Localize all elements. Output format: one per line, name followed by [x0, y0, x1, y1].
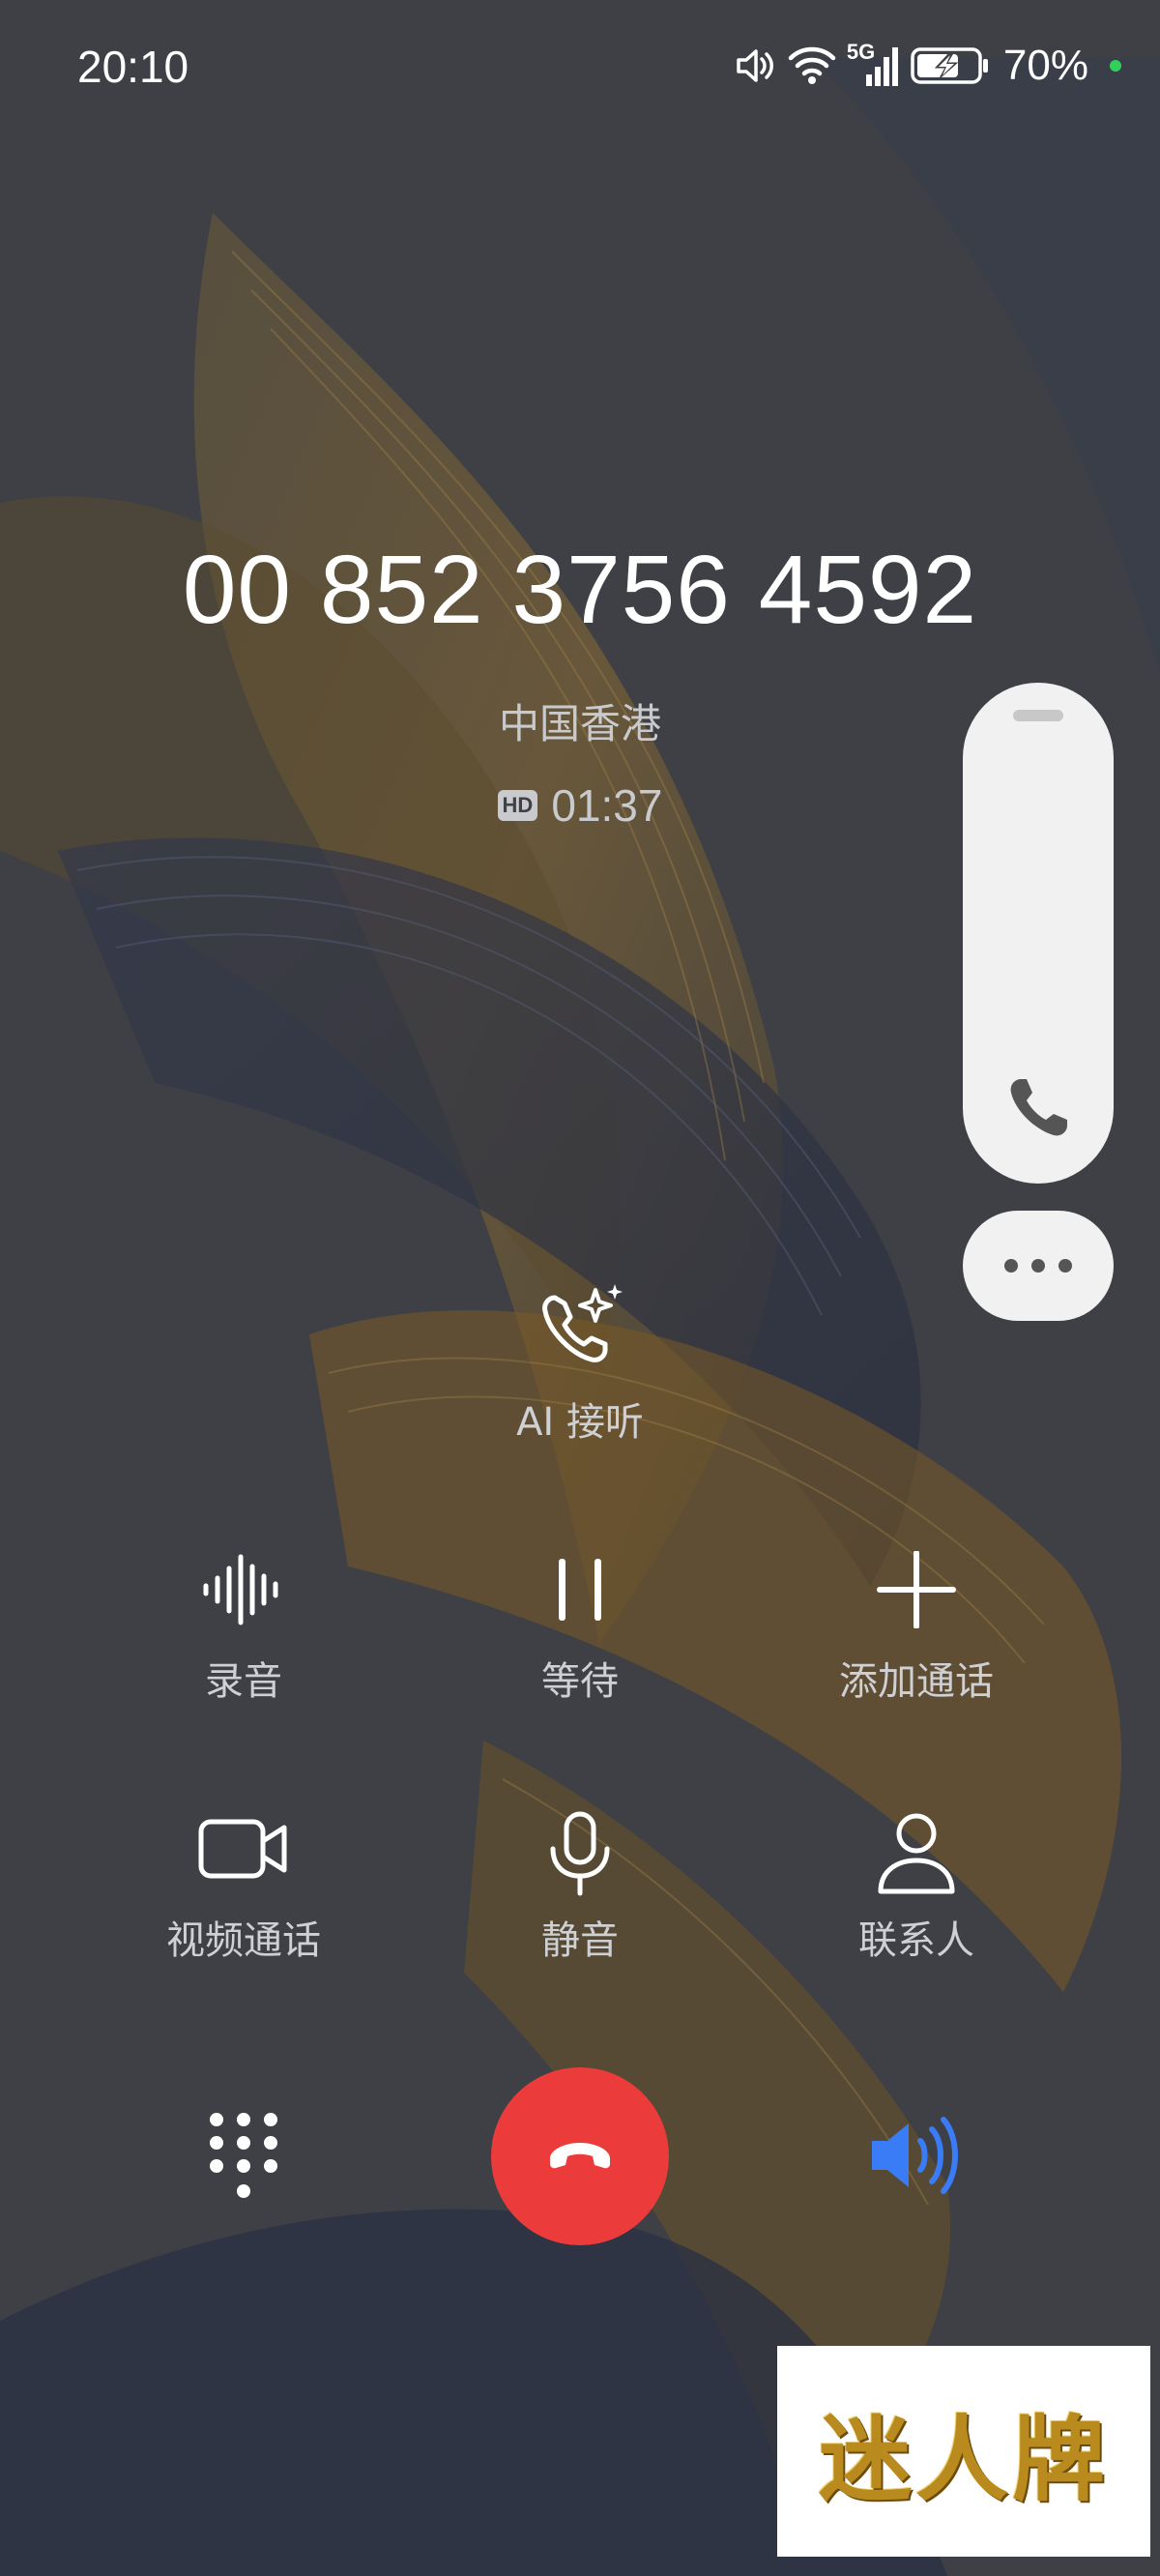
wifi-icon [788, 46, 836, 84]
watermark-text: 迷人牌 [819, 2404, 1109, 2514]
speaker-button[interactable] [866, 2112, 963, 2203]
watermark-logo: 迷人牌 [777, 2346, 1150, 2557]
ai-answer-button[interactable]: AI 接听 [454, 1282, 706, 1447]
status-bar: 20:10 5G 70% [0, 0, 1160, 135]
waveform-icon [203, 1554, 278, 1625]
record-button[interactable]: 录音 [118, 1551, 369, 1706]
privacy-indicator-dot [1110, 60, 1121, 72]
ai-answer-label: AI 接听 [516, 1400, 644, 1445]
drag-handle[interactable] [1013, 710, 1063, 721]
add-call-label: 添加通话 [839, 1659, 994, 1704]
more-button[interactable] [963, 1211, 1114, 1321]
add-call-button[interactable]: 添加通话 [791, 1551, 1042, 1706]
speaker-icon [872, 2117, 958, 2194]
microphone-icon [550, 1811, 610, 1896]
hang-up-icon [550, 2143, 610, 2169]
pause-icon [559, 1559, 601, 1621]
mute-button[interactable]: 静音 [454, 1810, 706, 1965]
dialpad-icon [210, 2113, 277, 2198]
call-duration: 01:37 [551, 780, 663, 831]
video-call-label: 视频通话 [166, 1918, 321, 1963]
status-icons: 5G 70% [735, 37, 1121, 95]
battery-charging-icon [911, 47, 988, 84]
hold-label: 等待 [541, 1659, 619, 1704]
video-camera-icon [198, 1819, 287, 1879]
plus-icon [877, 1551, 956, 1628]
person-icon [878, 1813, 955, 1894]
status-time: 20:10 [77, 42, 189, 92]
end-call-button[interactable] [491, 2067, 669, 2245]
contacts-label: 联系人 [858, 1918, 974, 1963]
signal-icon: 5G [847, 40, 901, 88]
caller-number: 00 852 3756 4592 [182, 536, 978, 644]
hd-badge: HD [497, 790, 538, 821]
record-label: 录音 [205, 1659, 282, 1704]
ai-phone-sparkle-icon [542, 1284, 623, 1362]
volume-icon [737, 49, 773, 82]
more-icon [1004, 1259, 1018, 1273]
contacts-button[interactable]: 联系人 [791, 1810, 1042, 1965]
mute-label: 静音 [541, 1918, 619, 1963]
dialpad-button[interactable] [203, 2110, 284, 2207]
hold-button[interactable]: 等待 [454, 1551, 706, 1706]
video-call-button[interactable]: 视频通话 [118, 1810, 369, 1965]
battery-percent: 70% [1002, 42, 1088, 89]
phone-icon[interactable] [1000, 1069, 1077, 1147]
floating-call-pill[interactable] [963, 683, 1114, 1184]
